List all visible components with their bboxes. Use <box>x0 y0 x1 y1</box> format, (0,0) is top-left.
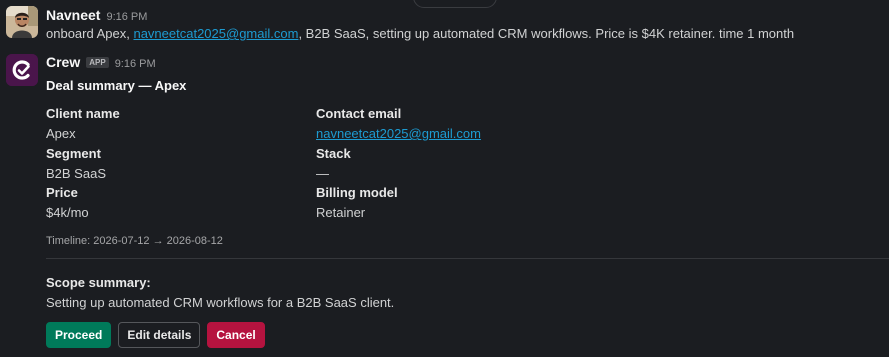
crew-avatar[interactable] <box>6 54 38 86</box>
sender-name[interactable]: Navneet <box>46 7 100 23</box>
billing-model-value: Retainer <box>316 205 366 220</box>
crew-logo-icon <box>6 54 38 86</box>
segment-label: Segment <box>46 146 101 161</box>
message-timestamp[interactable]: 9:16 PM <box>106 11 147 23</box>
scope-summary-text: Setting up automated CRM workflows for a… <box>46 295 395 310</box>
contact-email-label: Contact email <box>316 106 402 121</box>
deal-summary-title: Deal summary — Apex <box>46 78 187 93</box>
message-header: Crew APP 9:16 PM <box>46 54 156 72</box>
field-client-name: Client name Apex <box>46 104 120 144</box>
message-text-end: , B2B SaaS, setting up automated CRM wor… <box>298 26 795 41</box>
cancel-button[interactable]: Cancel <box>207 322 265 348</box>
section-divider <box>46 258 889 259</box>
message-header: Navneet 9:16 PM <box>46 7 147 25</box>
action-buttons: Proceed Edit details Cancel <box>46 322 265 348</box>
field-price: Price $4k/mo <box>46 183 89 223</box>
user-avatar[interactable] <box>6 6 38 38</box>
field-segment: Segment B2B SaaS <box>46 144 106 184</box>
field-contact-email: Contact email navneetcat2025@gmail.com <box>316 104 481 144</box>
stack-value: — <box>316 166 329 181</box>
client-name-label: Client name <box>46 106 120 121</box>
segment-value: B2B SaaS <box>46 166 106 181</box>
scope-summary-label: Scope summary: <box>46 275 151 290</box>
sender-name[interactable]: Crew <box>46 54 80 70</box>
jump-to-recent-pill[interactable] <box>413 0 497 8</box>
message-body: onboard Apex, navneetcat2025@gmail.com, … <box>46 26 794 41</box>
message-timestamp[interactable]: 9:16 PM <box>115 58 156 70</box>
billing-model-label: Billing model <box>316 185 398 200</box>
price-label: Price <box>46 185 78 200</box>
client-name-value: Apex <box>46 126 76 141</box>
proceed-button[interactable]: Proceed <box>46 322 112 348</box>
field-billing-model: Billing model Retainer <box>316 183 398 223</box>
timeline-context: Timeline: 2026-07-12 → 2026-08-12 <box>46 235 223 247</box>
user-photo-icon <box>6 6 38 38</box>
price-value: $4k/mo <box>46 205 89 220</box>
contact-email-link[interactable]: navneetcat2025@gmail.com <box>316 126 481 141</box>
app-badge: APP <box>86 57 109 68</box>
edit-details-button[interactable]: Edit details <box>118 322 201 348</box>
email-link[interactable]: navneetcat2025@gmail.com <box>133 26 298 41</box>
field-stack: Stack — <box>316 144 351 184</box>
message-text-start: onboard Apex, <box>46 26 134 41</box>
stack-label: Stack <box>316 146 351 161</box>
